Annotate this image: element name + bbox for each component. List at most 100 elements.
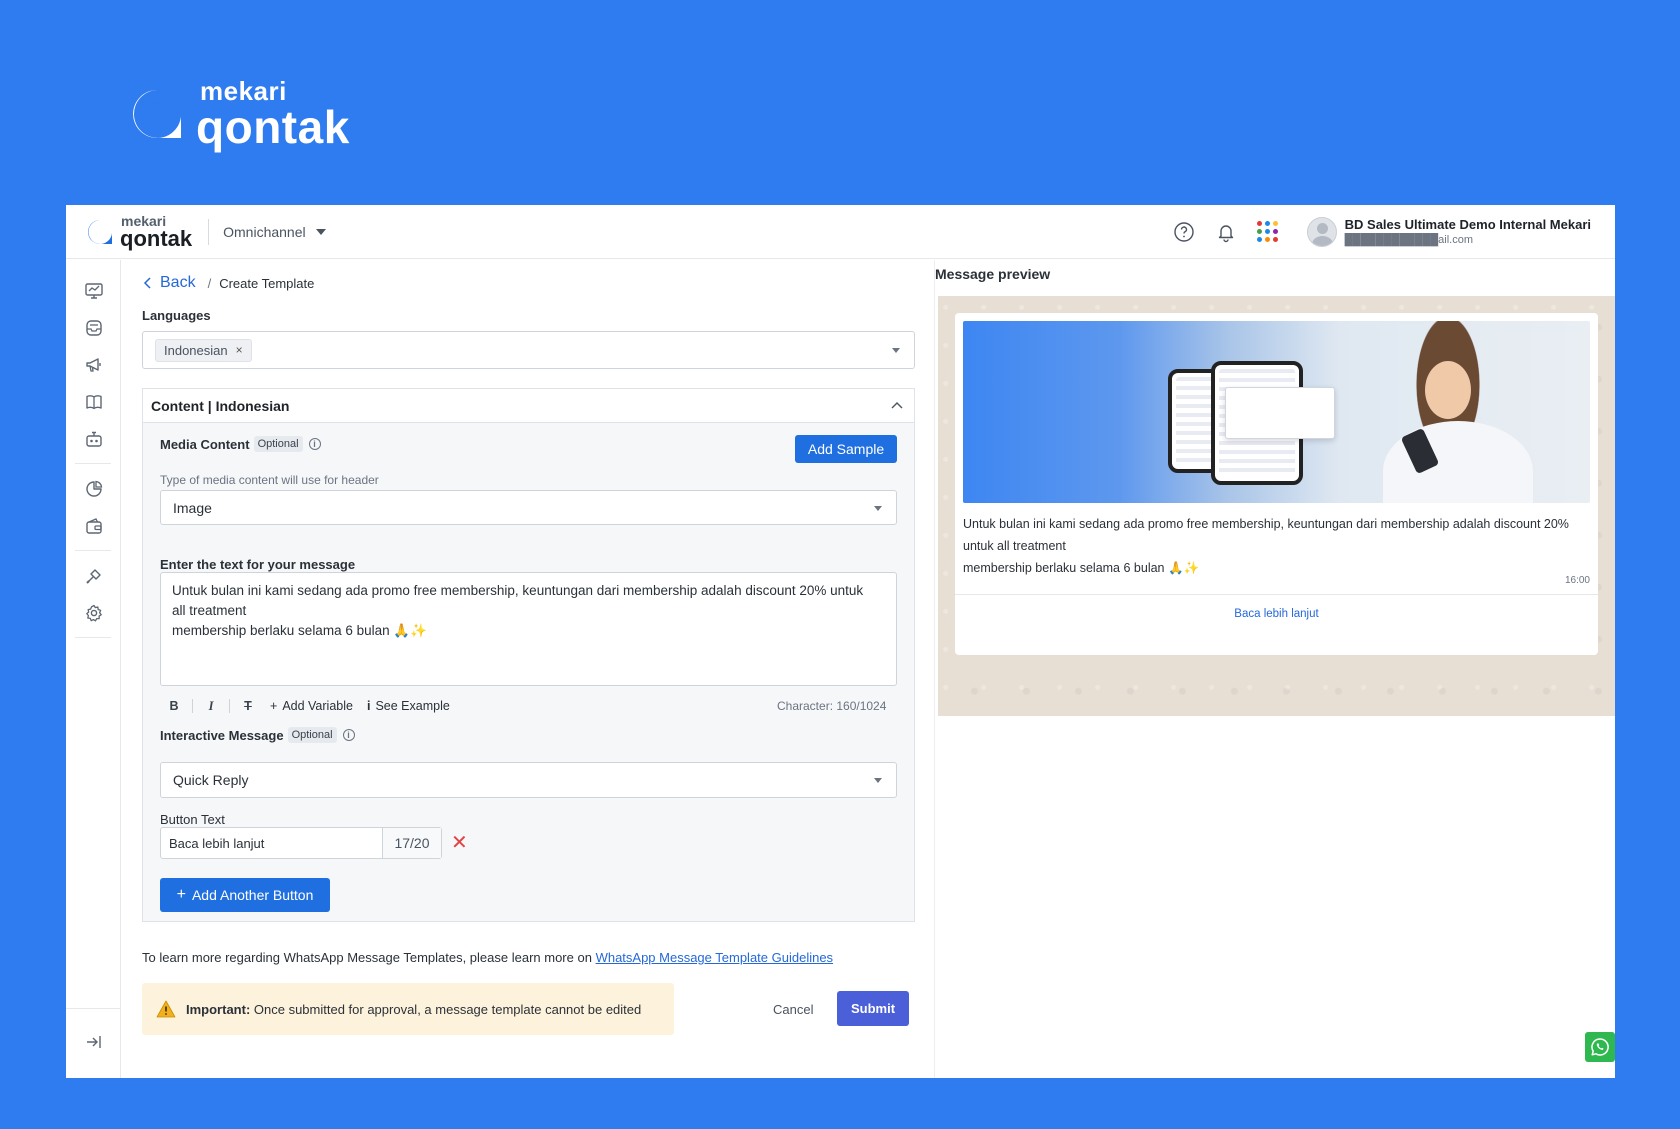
- breadcrumb: Back / Create Template: [142, 274, 314, 292]
- apps-grid-dot: [1257, 237, 1263, 242]
- remove-language-icon[interactable]: ×: [236, 343, 243, 357]
- bell-icon[interactable]: [1215, 221, 1237, 243]
- language-tag-label: Indonesian: [164, 342, 228, 358]
- add-variable-button[interactable]: + Add Variable: [270, 699, 353, 713]
- avatar: [1306, 216, 1337, 247]
- content-panel-header[interactable]: Content | Indonesian: [143, 389, 914, 423]
- back-link[interactable]: Back: [142, 274, 196, 292]
- apps-grid-dot: [1273, 221, 1279, 226]
- interactive-type-value: Quick Reply: [173, 772, 249, 788]
- sidebar-item-knowledge[interactable]: [66, 383, 121, 420]
- breadcrumb-separator: /: [207, 275, 212, 291]
- header-image: [963, 321, 1590, 503]
- inbox-icon: [85, 319, 102, 336]
- sidebar-item-chatbot[interactable]: [66, 420, 121, 457]
- add-variable-label: Add Variable: [282, 699, 353, 713]
- chevron-down-icon: [892, 348, 900, 353]
- button-text-input[interactable]: Baca lebih lanjut: [161, 828, 383, 858]
- preview-title: Message preview: [935, 266, 1051, 282]
- plus-icon: +: [176, 886, 186, 903]
- formatting-toolbar: B I T + Add Variable i See Example: [160, 696, 450, 716]
- whatsapp-icon[interactable]: [1585, 1032, 1615, 1062]
- important-text: Once submitted for approval, a message t…: [250, 1001, 642, 1017]
- user-menu[interactable]: BD Sales Ultimate Demo Internal Mekari █…: [1306, 216, 1591, 247]
- sidebar-item-broadcast[interactable]: [66, 346, 121, 383]
- add-another-button[interactable]: + Add Another Button: [160, 878, 330, 912]
- preview-divider: [955, 594, 1598, 595]
- guidelines-link[interactable]: WhatsApp Message Template Guidelines: [596, 950, 834, 965]
- media-type-hint: Type of media content will use for heade…: [160, 473, 379, 487]
- italic-icon[interactable]: I: [197, 696, 225, 716]
- preview-quick-reply-button[interactable]: Baca lebih lanjut: [955, 608, 1598, 620]
- wallet-icon: [85, 517, 102, 534]
- warning-icon: [156, 1000, 176, 1018]
- preview-message-text: Untuk bulan ini kami sedang ada promo fr…: [963, 513, 1590, 579]
- chevron-up-icon[interactable]: [890, 398, 904, 412]
- message-line-2: all treatment: [172, 603, 247, 618]
- media-content-label: Media Content: [160, 436, 250, 452]
- button-text-label: Button Text: [160, 812, 225, 827]
- info-icon: i: [308, 438, 321, 450]
- qontak-logo-icon: [88, 219, 112, 244]
- see-example-button[interactable]: i See Example: [367, 699, 450, 713]
- interactive-type-select[interactable]: Quick Reply: [160, 762, 897, 798]
- submit-button[interactable]: Submit: [837, 991, 909, 1026]
- strikethrough-icon[interactable]: T: [234, 696, 262, 716]
- guidelines-text: To learn more regarding WhatsApp Message…: [142, 950, 833, 965]
- see-example-label: See Example: [375, 699, 450, 713]
- media-type-select[interactable]: Image: [160, 490, 897, 525]
- sidebar-item-integrations[interactable]: [66, 557, 121, 594]
- chevron-down-icon: [874, 505, 882, 511]
- woman-illustration: [1425, 361, 1471, 419]
- preview-line-1: Untuk bulan ini kami sedang ada promo fr…: [963, 517, 1569, 531]
- apps-grid-dot: [1265, 221, 1271, 226]
- product-switcher[interactable]: Omnichannel: [223, 224, 326, 240]
- apps-grid-dot: [1273, 237, 1279, 242]
- message-line-3: membership berlaku selama 6 bulan 🙏✨: [172, 623, 427, 638]
- cancel-button[interactable]: Cancel: [773, 1002, 813, 1017]
- topbar-logo[interactable]: mekari qontak: [86, 214, 192, 250]
- media-content-label-row: Media Content Optional i: [160, 436, 321, 452]
- sidebar-item-billing[interactable]: [66, 507, 121, 544]
- message-preview: Message preview Untuk bulan ini kami sed…: [934, 260, 1615, 1078]
- apps-grid-dot: [1273, 229, 1279, 234]
- bold-icon[interactable]: B: [160, 696, 188, 716]
- remove-button-icon[interactable]: ✕: [451, 830, 468, 855]
- collapse-icon: [86, 1035, 101, 1048]
- message-textarea[interactable]: Untuk bulan ini kami sedang ada promo fr…: [160, 572, 897, 686]
- topbar-logo-big: qontak: [120, 225, 193, 251]
- template-form: Back / Create Template Languages Indones…: [122, 260, 933, 1078]
- apps-grid-icon[interactable]: [1257, 221, 1279, 243]
- preview-line-3: membership berlaku selama 6 bulan 🙏✨: [963, 561, 1200, 575]
- sidebar-item-reports[interactable]: [66, 470, 121, 507]
- user-name: BD Sales Ultimate Demo Internal Mekari: [1344, 217, 1591, 232]
- chat-background: Untuk bulan ini kami sedang ada promo fr…: [938, 296, 1615, 716]
- sidebar: [66, 260, 121, 1078]
- brand-big-text: qontak: [196, 101, 350, 153]
- sidebar-item-inbox[interactable]: [66, 309, 121, 346]
- content-panel: Content | Indonesian Media Content Optio…: [142, 388, 915, 922]
- topbar-divider: [208, 218, 210, 245]
- book-icon: [85, 394, 102, 409]
- language-tag: Indonesian ×: [155, 338, 252, 362]
- settings-icon: [85, 604, 102, 621]
- help-icon[interactable]: [1173, 221, 1195, 243]
- button-text-count: 17/20: [383, 828, 441, 858]
- info-icon: i: [366, 699, 371, 713]
- languages-label: Languages: [142, 308, 211, 323]
- sidebar-collapse-button[interactable]: [66, 1008, 121, 1064]
- preview-time: 16:00: [1564, 575, 1590, 586]
- sidebar-item-settings[interactable]: [66, 594, 121, 631]
- languages-select[interactable]: Indonesian ×: [142, 331, 915, 369]
- add-another-button-label: Add Another Button: [191, 887, 314, 903]
- brand-logo: mekari qontak: [128, 78, 350, 150]
- monitor-icon: [84, 282, 103, 299]
- apps-grid-dot: [1265, 229, 1271, 234]
- message-text-label: Enter the text for your message: [160, 557, 356, 572]
- sidebar-item-dashboard[interactable]: [66, 272, 121, 309]
- chart-icon: [85, 480, 102, 497]
- optional-badge: Optional: [287, 727, 337, 743]
- media-type-value: Image: [173, 499, 212, 516]
- tools-icon: [85, 568, 101, 584]
- add-sample-button[interactable]: Add Sample: [795, 435, 897, 463]
